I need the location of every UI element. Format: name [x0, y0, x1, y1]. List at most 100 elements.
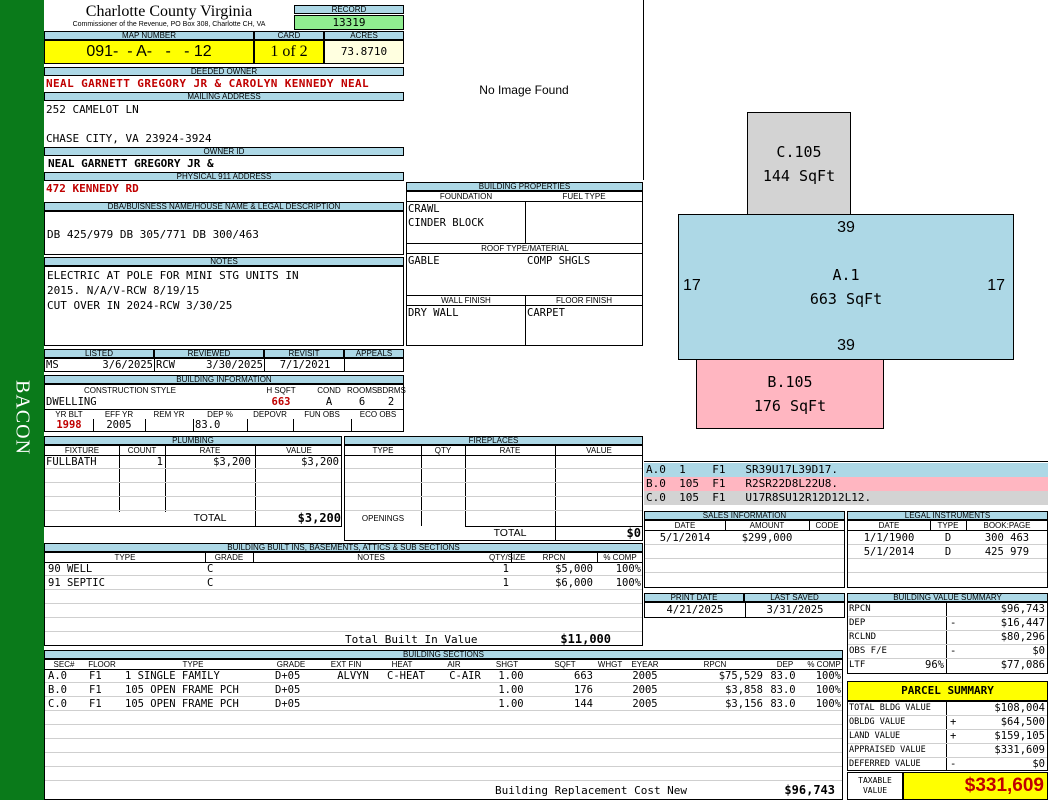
sale-code: [809, 532, 845, 545]
yrblt-label: YR BLT: [55, 410, 83, 419]
parcel-row: OBLDG VALUE + $64,500: [848, 716, 1047, 730]
sketch-section-b: B.105 176 SqFt: [696, 359, 884, 429]
last-saved-label: LAST SAVED: [744, 593, 845, 602]
reviewed-by: RCW: [156, 359, 175, 371]
builtins-col-type: TYPE: [114, 553, 136, 562]
building-properties-title: BUILDING PROPERTIES: [406, 182, 643, 191]
builtin-rpcn: $6,000: [555, 577, 593, 589]
sections-col: RPCN: [703, 660, 727, 669]
builtins-col-rpcn: RPCN: [542, 553, 566, 562]
section-grade: D+05: [275, 698, 301, 710]
parcel-value: $64,500: [1000, 716, 1045, 728]
builtins-table: TYPE GRADE NOTES QTY/SIZE RPCN % COMP 90…: [44, 552, 643, 646]
sections-col: AIR: [447, 660, 461, 669]
note-line: CUT OVER IN 2024-RCW 3/30/25: [47, 299, 233, 312]
builtin-rpcn: $5,000: [555, 563, 593, 575]
sketch-id: B.105: [767, 373, 813, 391]
fireplace-col-type: TYPE: [372, 446, 394, 455]
openings-label: OPENINGS: [361, 514, 405, 523]
notes-box: ELECTRIC AT POLE FOR MINI STG UNITS IN 2…: [44, 266, 404, 346]
value-label: RCLND: [849, 632, 877, 642]
sections-col: TYPE: [182, 660, 204, 669]
table-row: FULLBATH 1 $3,200 $3,200: [45, 456, 341, 469]
section-eyear: 2005: [632, 670, 658, 682]
plumbing-col-count: COUNT: [127, 446, 157, 455]
builtin-qty: 1: [502, 563, 509, 575]
table-row: A.0 F1 1 SINGLE FAMILY D+05 ALVYN C-HEAT…: [45, 670, 842, 683]
sale-amount: $299,000: [741, 532, 793, 544]
table-row: 90 WELL C 1 $5,000 100%: [45, 563, 642, 576]
builtins-col-grade: GRADE: [214, 553, 244, 562]
taxable-value: $331,609: [903, 772, 1048, 800]
section-grade: D+05: [275, 670, 301, 682]
wall-label: WALL FINISH: [441, 296, 491, 305]
sketch-area-label: 176 SqFt: [753, 397, 827, 415]
section-floor: F1: [89, 670, 102, 682]
dim-top: 39: [837, 219, 855, 236]
fireplaces-title: FIREPLACES: [344, 436, 643, 445]
dim-bottom: 39: [837, 337, 855, 354]
plumbing-fixture: FULLBATH: [46, 456, 97, 468]
deeded-owner: NEAL GARNETT GREGORY JR & CAROLYN KENNED…: [46, 77, 370, 90]
effective-year: 2005: [106, 419, 132, 431]
section-grade: D+05: [275, 684, 301, 696]
plumbing-rate: $3,200: [213, 456, 251, 468]
bdrms-value: 2: [387, 396, 395, 408]
legal-title: LEGAL INSTRUMENTS: [847, 511, 1048, 520]
legal-table: DATE TYPE BOOK:PAGE 1/1/1900 D 300 463 5…: [847, 520, 1048, 588]
parcel-sign: -: [950, 758, 957, 770]
foundation-line: CRAWL: [408, 203, 440, 215]
table-row: B.0 F1 105 OPEN FRAME PCH D+05 1.00 176 …: [45, 684, 842, 697]
legal-col-type: TYPE: [937, 521, 959, 530]
value-amount: $96,743: [1000, 603, 1045, 615]
section-id: C.0: [48, 698, 67, 710]
section-dep: 83.0: [770, 698, 796, 710]
sections-col: WHGT: [597, 660, 623, 669]
note-line: 2015. N/A/V-RCW 8/19/15: [47, 284, 200, 297]
sketch-area-label: 144 SqFt: [762, 166, 836, 185]
section-type: 105 OPEN FRAME PCH: [125, 684, 239, 696]
owner-id-label: OWNER ID: [44, 147, 404, 156]
section-air: C-AIR: [449, 670, 481, 682]
plumbing-col-fixture: FIXTURE: [64, 446, 100, 455]
section-shgt: 1.00: [498, 698, 524, 710]
builtins-total-label: Total Built In Value: [345, 633, 478, 646]
roof-material: COMP SHGLS: [527, 255, 591, 267]
plumbing-col-value: VALUE: [286, 446, 312, 455]
sidebar: BACON: [0, 0, 44, 800]
floor-label: FLOOR FINISH: [555, 296, 612, 305]
sketch-section-c: C.105 144 SqFt: [747, 112, 851, 215]
section-floor: F1: [89, 684, 102, 696]
owner-id: NEAL GARNETT GREGORY JR &: [48, 157, 214, 170]
sketch-vectors: A.0 1 F1 SR39U17L39D17. B.0 105 F1 R2SR2…: [644, 463, 1048, 507]
hsqft-value: 663: [271, 396, 291, 408]
parcel-summary-table: TOTAL BLDG VALUE $108,004 OBLDG VALUE + …: [847, 701, 1048, 771]
parcel-row: APPRAISED VALUE $331,609: [848, 744, 1047, 758]
value-pct: 96%: [925, 659, 944, 671]
legal-date: 1/1/1900: [863, 532, 915, 544]
legal-col-bookpage: BOOK:PAGE: [983, 521, 1031, 530]
parcel-sign: +: [950, 716, 957, 728]
dep-label: DEP %: [207, 410, 233, 419]
photo-placeholder: No Image Found: [405, 0, 644, 180]
review-row: MS 3/6/2025 RCW 3/30/2025 7/1/2021: [44, 358, 404, 372]
table-row: 5/1/2014 D 425 979: [848, 546, 1047, 559]
sections-col: FLOOR: [88, 660, 116, 669]
builtin-grade: C: [207, 563, 214, 575]
sales-table: DATE AMOUNT CODE 5/1/2014 $299,000: [644, 520, 845, 588]
value-amount: $80,296: [1000, 631, 1045, 643]
dim-left: 17: [683, 277, 701, 294]
section-floor: F1: [89, 698, 102, 710]
sketch-id: A.1: [832, 266, 860, 284]
physical-address-label: PHYSICAL 911 ADDRESS: [44, 172, 404, 181]
print-date-label: PRINT DATE: [644, 593, 744, 602]
sections-col: HEAT: [391, 660, 413, 669]
building-info-box: CONSTRUCTION STYLE H SQFT COND ROOMS BDR…: [44, 384, 406, 432]
sales-col-code: CODE: [815, 521, 839, 530]
bdrms-label: BDRMS: [377, 386, 406, 395]
builtin-comp: 100%: [615, 563, 641, 575]
builtin-comp: 100%: [615, 577, 641, 589]
ecoobs-label: ECO OBS: [359, 410, 397, 419]
fireplace-total-label: TOTAL: [493, 527, 527, 539]
legal-desc-label: DBA/BUISNESS NAME/HOUSE NAME & LEGAL DES…: [44, 202, 404, 211]
